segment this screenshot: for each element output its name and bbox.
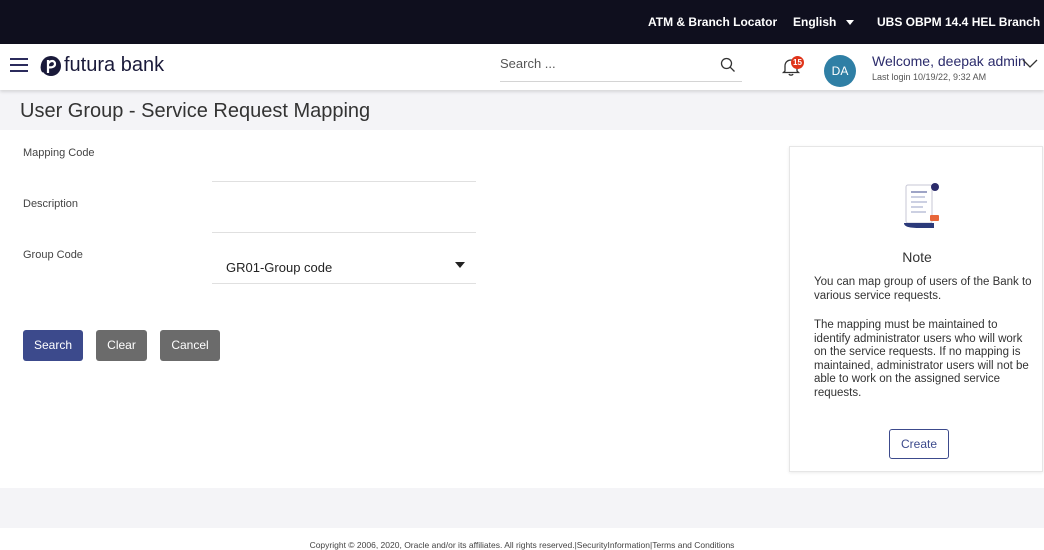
branch-label: UBS OBPM 14.4 HEL Branch — [877, 15, 1041, 29]
note-title: Note — [902, 249, 932, 265]
search-box — [500, 52, 742, 82]
menu-icon[interactable] — [10, 58, 28, 72]
app-header: futura bank 15 DA Welcome, deepak admin … — [0, 44, 1044, 90]
bottom-band — [0, 488, 1044, 528]
futura-bank-logo-icon — [40, 56, 61, 76]
page-title: User Group - Service Request Mapping — [20, 100, 371, 122]
notification-count-badge: 15 — [791, 56, 804, 69]
search-icon[interactable] — [720, 57, 736, 73]
language-label: English — [793, 15, 837, 29]
note-paragraph-1: You can map group of users of the Bank t… — [814, 276, 1032, 302]
search-button[interactable]: Search — [23, 330, 83, 361]
page-title-band: User Group - Service Request Mapping — [0, 90, 1044, 130]
description-label: Description — [23, 198, 79, 210]
welcome-text[interactable]: Welcome, deepak admin — [872, 53, 1026, 69]
mapping-code-label: Mapping Code — [23, 147, 95, 159]
group-code-label: Group Code — [23, 249, 83, 261]
language-caret-icon — [846, 20, 855, 26]
atm-branch-locator-link[interactable]: ATM & Branch Locator — [648, 15, 777, 29]
branch-selector[interactable]: UBS OBPM 14.4 HEL Branch — [877, 15, 1044, 29]
avatar[interactable]: DA — [824, 55, 856, 87]
clear-button[interactable]: Clear — [96, 330, 147, 361]
chevron-down-icon[interactable] — [1022, 59, 1038, 69]
mapping-code-field[interactable] — [212, 181, 476, 182]
search-input[interactable] — [500, 56, 700, 71]
last-login-text: Last login 10/19/22, 9:32 AM — [872, 72, 987, 82]
brand-name[interactable]: futura bank — [64, 54, 164, 77]
group-code-value: GR01-Group code — [226, 260, 333, 275]
top-bar: ATM & Branch Locator English UBS OBPM 14… — [0, 0, 1044, 44]
note-paragraph-2: The mapping must be maintained to identi… — [814, 319, 1029, 399]
group-code-underline — [212, 283, 476, 284]
language-selector[interactable]: English — [793, 15, 855, 29]
footer-copyright: Copyright © 2006, 2020, Oracle and/or it… — [309, 540, 735, 550]
cancel-button[interactable]: Cancel — [160, 330, 220, 361]
note-document-icon — [904, 183, 939, 228]
note-card: Note You can map group of users of the B… — [789, 146, 1043, 472]
description-field[interactable] — [212, 232, 476, 233]
create-button[interactable]: Create — [889, 429, 949, 459]
caret-down-icon — [455, 262, 465, 268]
